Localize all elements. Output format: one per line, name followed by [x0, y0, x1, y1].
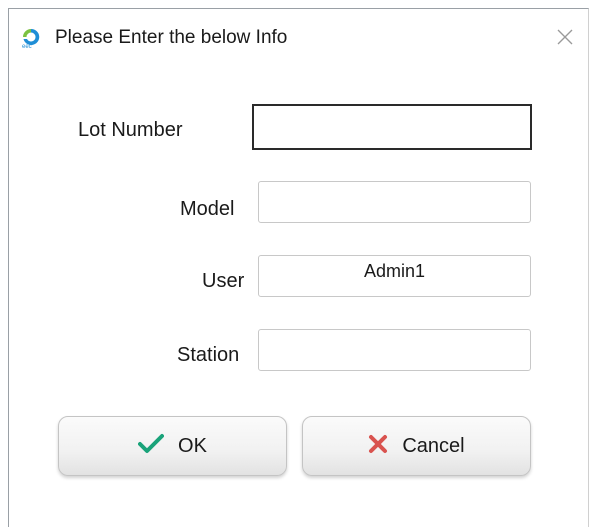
- model-input[interactable]: [258, 181, 531, 223]
- cancel-button-label: Cancel: [402, 434, 465, 457]
- station-label: Station: [177, 344, 240, 366]
- ok-button-label: OK: [178, 434, 207, 457]
- ok-button[interactable]: OK: [58, 416, 287, 476]
- user-label: User: [202, 270, 245, 292]
- close-icon[interactable]: [555, 27, 575, 47]
- dialog-window: eec Please Enter the below Info Lot Numb…: [8, 8, 589, 527]
- svg-text:eec: eec: [22, 44, 32, 49]
- user-input[interactable]: [258, 255, 531, 297]
- x-icon: [368, 434, 388, 459]
- window-title: Please Enter the below Info: [55, 27, 288, 48]
- lot-number-input[interactable]: [252, 104, 532, 150]
- cancel-button[interactable]: Cancel: [302, 416, 531, 476]
- checkmark-icon: [138, 433, 165, 460]
- title-bar: eec Please Enter the below Info: [9, 9, 588, 65]
- lot-number-label: Lot Number: [78, 119, 183, 141]
- eec-logo-icon: eec: [21, 27, 41, 50]
- model-label: Model: [180, 198, 235, 220]
- station-input[interactable]: [258, 329, 531, 371]
